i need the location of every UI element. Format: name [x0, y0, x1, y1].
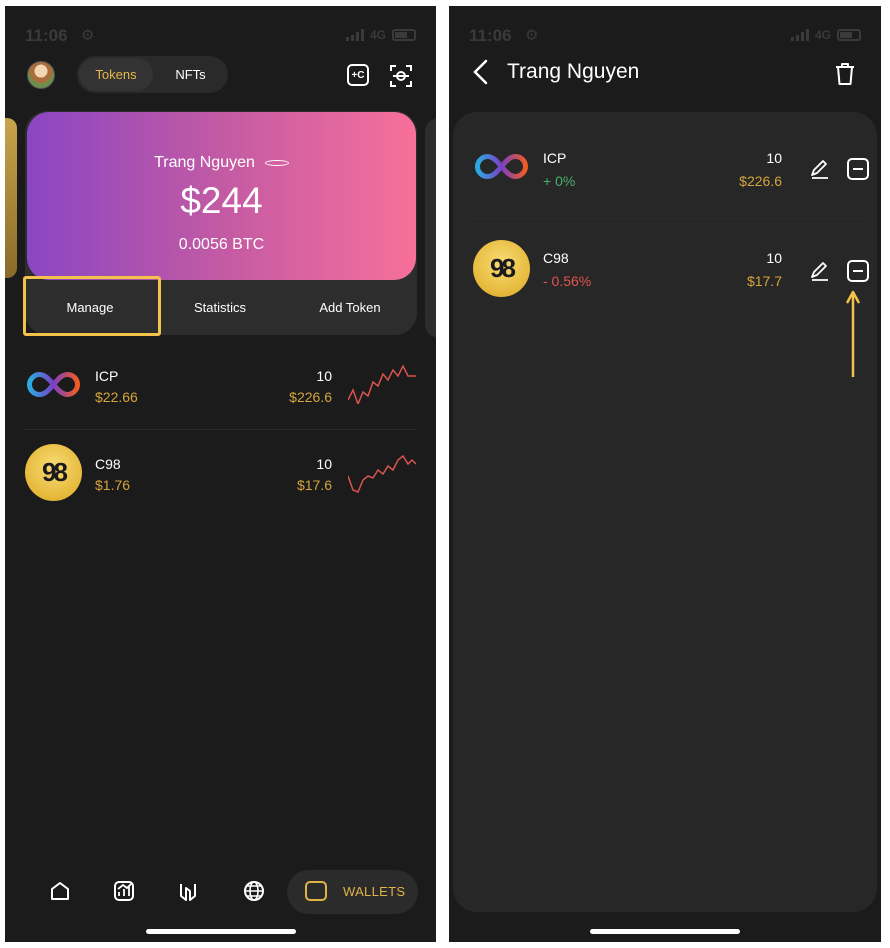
- token-symbol: ICP: [95, 368, 119, 384]
- manage-tokens-screen: 11:06 ⚙ 4G Trang Nguyen ICP + 0% 10 $226…: [449, 6, 881, 942]
- token-row-icp[interactable]: ICP $22.66 10 $226.6: [5, 346, 436, 416]
- token-symbol: C98: [95, 456, 121, 472]
- eye-icon[interactable]: [264, 159, 289, 166]
- token-quantity: 10: [766, 150, 782, 166]
- wallet-balance: $244: [180, 180, 263, 221]
- pointer-arrow-annotation: [846, 290, 860, 377]
- add-wallet-icon[interactable]: +C: [347, 64, 369, 86]
- status-time: 11:06: [469, 26, 512, 45]
- status-time: 11:06: [25, 26, 68, 45]
- back-icon[interactable]: [471, 58, 495, 88]
- battery-icon: [392, 29, 416, 41]
- home-indicator: [590, 929, 740, 934]
- signal-icon: [345, 29, 364, 41]
- icp-logo-icon: [473, 138, 530, 195]
- token-value: $17.6: [296, 477, 332, 493]
- add-token-button[interactable]: Add Token: [297, 300, 403, 315]
- status-bar: 11:06 ⚙ 4G: [469, 26, 861, 48]
- token-symbol: C98: [543, 250, 569, 266]
- tokens-nfts-toggle: Tokens NFTs: [77, 56, 228, 93]
- avatar[interactable]: [27, 61, 55, 89]
- token-list-panel: ICP + 0% 10 $226.6 98 C98 - 0.56% 10 $17…: [453, 112, 877, 912]
- settings-status-icon: ⚙: [81, 27, 95, 44]
- settings-status-icon: ⚙: [525, 27, 539, 44]
- scan-icon[interactable]: [389, 64, 413, 88]
- c98-logo-icon: 98: [25, 444, 82, 501]
- tab-tokens[interactable]: Tokens: [79, 58, 153, 91]
- wallet-card[interactable]: Trang Nguyen $244 0.0056 BTC: [27, 112, 416, 280]
- bottom-nav: WALLETS: [5, 862, 436, 922]
- manage-highlight-box: [23, 276, 161, 336]
- signal-icon: [790, 29, 809, 41]
- token-price: $1.76: [95, 477, 131, 493]
- row-divider: [471, 218, 863, 219]
- wallets-nav-button[interactable]: WALLETS: [287, 870, 418, 914]
- token-value: $17.7: [746, 273, 782, 289]
- token-change: - 0.56%: [543, 273, 592, 289]
- token-symbol: ICP: [543, 150, 567, 166]
- battery-icon: [837, 29, 861, 41]
- token-row-c98[interactable]: 98 C98 $1.76 10 $17.6: [5, 434, 436, 504]
- token-value: $226.6: [289, 389, 332, 405]
- remove-token-icon[interactable]: [847, 260, 869, 282]
- delete-wallet-icon[interactable]: [834, 62, 856, 86]
- wallet-name: Trang Nguyen: [154, 154, 255, 171]
- home-indicator: [145, 929, 296, 934]
- network-label: 4G: [814, 28, 831, 42]
- next-wallet-card[interactable]: [425, 118, 436, 338]
- dapps-icon[interactable]: [177, 880, 199, 902]
- row-divider: [25, 429, 417, 430]
- price-sparkline: [348, 454, 416, 493]
- c98-logo-icon: 98: [473, 240, 530, 297]
- price-sparkline: [348, 364, 416, 404]
- remove-token-icon[interactable]: [847, 158, 869, 180]
- wallet-icon: [305, 881, 327, 901]
- manage-row-icp: ICP + 0% 10 $226.6: [453, 134, 877, 204]
- edit-pencil-icon[interactable]: [809, 158, 831, 180]
- token-quantity: 10: [316, 368, 332, 384]
- network-label: 4G: [369, 28, 386, 42]
- home-icon[interactable]: [49, 880, 71, 902]
- icp-logo-icon: [25, 356, 82, 413]
- page-title: Trang Nguyen: [507, 60, 640, 83]
- tab-nfts[interactable]: NFTs: [155, 58, 226, 91]
- browser-globe-icon[interactable]: [243, 880, 265, 902]
- wallet-btc-balance: 0.0056 BTC: [178, 236, 265, 253]
- token-change: + 0%: [543, 173, 576, 189]
- previous-wallet-card[interactable]: [5, 118, 17, 278]
- token-value: $226.6: [739, 173, 782, 189]
- wallets-label: WALLETS: [343, 884, 406, 899]
- edit-pencil-icon[interactable]: [809, 260, 831, 282]
- token-price: $22.66: [95, 389, 138, 405]
- status-bar: 11:06 ⚙ 4G: [25, 26, 416, 48]
- market-icon[interactable]: [113, 880, 135, 902]
- statistics-button[interactable]: Statistics: [168, 300, 272, 315]
- token-quantity: 10: [316, 456, 332, 472]
- manage-row-c98: 98 C98 - 0.56% 10 $17.7: [453, 236, 877, 306]
- wallet-screen: 11:06 ⚙ 4G Tokens NFTs +C Trang Nguyen $…: [5, 6, 436, 942]
- token-quantity: 10: [766, 250, 782, 266]
